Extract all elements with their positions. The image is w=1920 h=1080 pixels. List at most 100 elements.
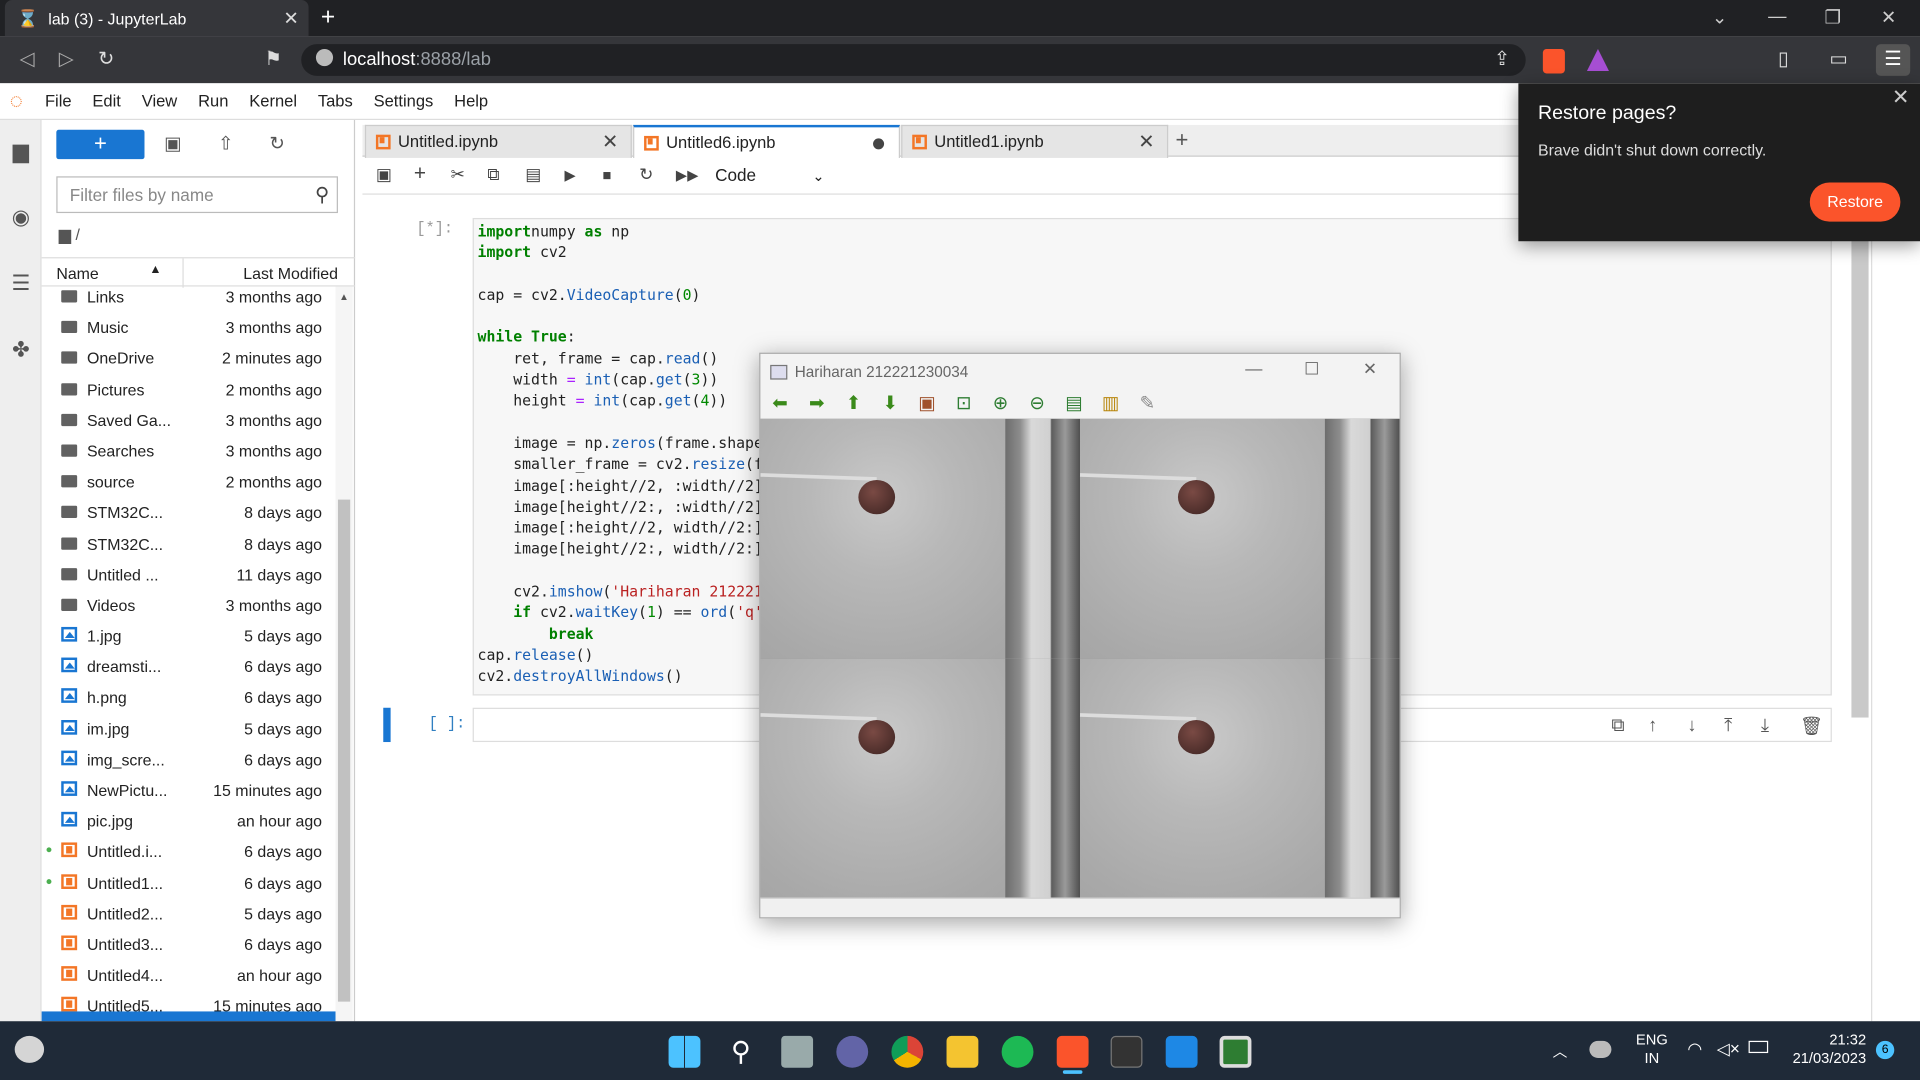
sidebar-toggle-icon[interactable]: ▯ — [1778, 47, 1789, 71]
bookmark-icon[interactable]: ⚑ — [264, 47, 282, 71]
back-icon[interactable]: ◁ — [20, 47, 35, 71]
column-last-modified[interactable]: Last Modified — [243, 264, 338, 282]
file-row[interactable]: Untitled4... an hour ago — [42, 960, 336, 991]
search-icon[interactable]: ⚲ — [725, 1036, 757, 1068]
opencv-window[interactable]: Hariharan 212221230034 — ☐ ✕ ⬅ ➡ ⬆ ⬇ ▣ ⊡… — [759, 352, 1401, 919]
brave-shields-icon[interactable] — [1542, 48, 1565, 74]
file-row[interactable]: OneDrive 2 minutes ago — [42, 343, 336, 374]
arrow-right-icon[interactable]: ➡ — [807, 394, 827, 414]
folder-icon[interactable]: ▆ — [9, 140, 33, 164]
cell-type-select[interactable]: Code ⌄ — [715, 165, 825, 185]
close-tab-icon[interactable]: ✕ — [283, 7, 298, 30]
menu-edit[interactable]: Edit — [92, 92, 120, 110]
file-row[interactable]: Untitled.i... 6 days ago — [42, 837, 336, 868]
zoom-in-icon[interactable]: ⊕ — [991, 394, 1011, 414]
arrow-down-icon[interactable]: ⬇ — [880, 394, 900, 414]
breadcrumb[interactable]: ▆ / — [59, 225, 80, 245]
notification-badge[interactable]: 6 — [1875, 1040, 1895, 1060]
file-row[interactable]: dreamsti... 6 days ago — [42, 652, 336, 683]
file-row[interactable]: h.png 6 days ago — [42, 683, 336, 714]
cut-icon[interactable]: ✂ — [451, 164, 465, 185]
brush-icon[interactable]: ✎ — [1138, 394, 1158, 414]
close-window-icon[interactable]: ✕ — [1881, 6, 1896, 28]
brave-icon[interactable] — [1056, 1035, 1089, 1068]
file-row[interactable]: Untitled3... 6 days ago — [42, 929, 336, 960]
url-field[interactable]: localhost:8888/lab — [301, 44, 1526, 76]
file-row[interactable]: Untitled ... 11 days ago — [42, 559, 336, 590]
file-row[interactable]: Saved Ga... 3 months ago — [42, 405, 336, 436]
menu-run[interactable]: Run — [198, 92, 228, 110]
share-icon[interactable]: ⇪ — [1494, 47, 1510, 71]
restart-kernel-icon[interactable]: ↻ — [639, 164, 653, 185]
menu-tabs[interactable]: Tabs — [318, 92, 353, 110]
insert-above-icon[interactable]: ⤒ — [1724, 715, 1732, 736]
copy-clipboard-icon[interactable]: ▥ — [1101, 394, 1121, 414]
file-row[interactable]: STM32C... 8 days ago — [42, 528, 336, 559]
file-row[interactable]: pic.jpg an hour ago — [42, 806, 336, 837]
move-down-icon[interactable]: ↓ — [1687, 715, 1696, 736]
file-row[interactable]: NewPictu... 15 minutes ago — [42, 775, 336, 806]
show-hidden-icons[interactable]: ︿ — [1553, 1041, 1568, 1062]
forward-icon[interactable]: ▷ — [59, 47, 74, 71]
insert-below-icon[interactable]: ⤓ — [1761, 715, 1769, 736]
close-icon[interactable]: ✕ — [1363, 359, 1377, 380]
save-icon[interactable]: ▣ — [376, 164, 392, 185]
notebook-scrollbar[interactable] — [1851, 240, 1869, 718]
opencv-app-icon[interactable] — [1219, 1035, 1252, 1068]
restart-run-all-icon[interactable]: ▶▶ — [676, 167, 699, 184]
volume-muted-icon[interactable]: ◁× — [1717, 1038, 1740, 1059]
file-row[interactable]: Untitled1... 6 days ago — [42, 868, 336, 899]
column-name[interactable]: Name — [56, 264, 98, 282]
new-folder-icon[interactable]: ▣ — [164, 132, 181, 154]
close-icon[interactable]: ✕ — [602, 130, 618, 154]
wallet-icon[interactable]: ▭ — [1829, 47, 1848, 71]
menu-kernel[interactable]: Kernel — [249, 92, 297, 110]
file-row[interactable]: 1.jpg 5 days ago — [42, 621, 336, 652]
copy-icon[interactable]: ⧉ — [487, 164, 499, 185]
code-text[interactable]: importnumpy as np import cv2 cap = cv2.Vi… — [478, 222, 763, 688]
tab-untitled6[interactable]: Untitled6.ipynb — [633, 124, 901, 158]
spotify-icon[interactable] — [1001, 1035, 1034, 1068]
file-row[interactable]: Music 3 months ago — [42, 312, 336, 343]
clock[interactable]: 21:32 21/03/2023 — [1778, 1031, 1867, 1068]
add-tab-icon[interactable]: + — [1176, 127, 1189, 153]
vscode-icon[interactable] — [1165, 1035, 1198, 1068]
arrow-up-icon[interactable]: ⬆ — [844, 394, 864, 414]
delete-cell-icon[interactable]: 🗑 — [1800, 715, 1823, 737]
new-launcher-button[interactable]: + — [56, 129, 145, 160]
duplicate-cell-icon[interactable]: ⧉ — [1611, 715, 1624, 736]
tab-search-icon[interactable]: ⌄ — [1712, 6, 1727, 28]
stop-icon[interactable]: ■ — [602, 167, 611, 184]
arrow-left-icon[interactable]: ⬅ — [770, 394, 790, 414]
minimize-icon[interactable]: — — [1245, 359, 1262, 379]
minimize-icon[interactable]: — — [1768, 6, 1786, 27]
browser-tab[interactable]: ⌛ lab (3) - JupyterLab ✕ — [4, 0, 309, 37]
upload-icon[interactable]: ⇧ — [218, 132, 233, 154]
file-row[interactable]: im.jpg 5 days ago — [42, 713, 336, 744]
save-image-icon[interactable]: ▤ — [1064, 394, 1084, 414]
terminal-icon[interactable] — [1110, 1035, 1143, 1068]
filter-files-input[interactable]: Filter files by name ⚲ — [56, 176, 338, 214]
scroll-up-icon[interactable]: ▲ — [339, 291, 349, 302]
refresh-icon[interactable]: ↻ — [269, 132, 284, 154]
close-icon[interactable]: ✕ — [1892, 86, 1909, 110]
battery-icon[interactable] — [1748, 1040, 1769, 1054]
task-view-icon[interactable] — [781, 1035, 814, 1068]
tab-untitled1[interactable]: Untitled1.ipynb ✕ — [901, 124, 1169, 158]
tab-untitled[interactable]: Untitled.ipynb ✕ — [364, 124, 632, 158]
wifi-icon[interactable]: ◠ — [1687, 1038, 1702, 1059]
paste-icon[interactable]: ▤ — [525, 164, 541, 185]
move-up-icon[interactable]: ↑ — [1648, 715, 1657, 736]
unsaved-dot-icon[interactable] — [873, 138, 885, 150]
maximize-icon[interactable]: ☐ — [1304, 359, 1319, 380]
cloud-icon[interactable] — [1589, 1040, 1612, 1058]
menu-help[interactable]: Help — [454, 92, 488, 110]
zoom-out-icon[interactable]: ⊖ — [1027, 394, 1047, 414]
restore-button[interactable]: Restore — [1809, 182, 1901, 222]
insert-cell-icon[interactable]: + — [414, 162, 426, 186]
running-kernels-icon[interactable]: ◉ — [9, 206, 33, 230]
site-info-icon[interactable] — [315, 48, 334, 67]
table-of-contents-icon[interactable]: ☰ — [9, 272, 33, 296]
file-row[interactable]: Pictures 2 months ago — [42, 374, 336, 405]
chat-icon[interactable] — [836, 1035, 869, 1068]
